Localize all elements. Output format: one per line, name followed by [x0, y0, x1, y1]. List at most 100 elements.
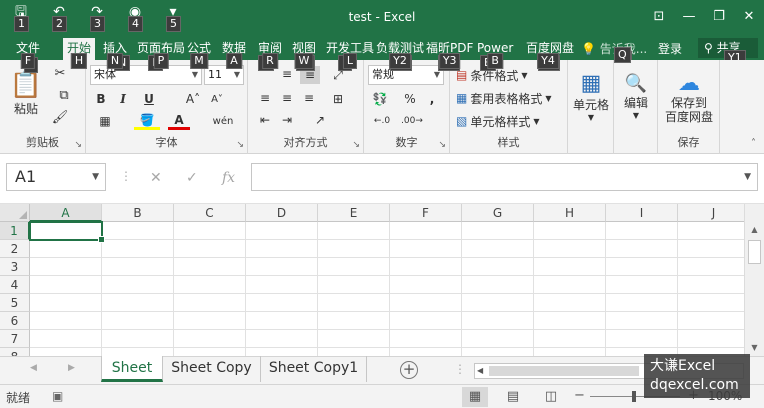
tab-file[interactable]: 文件 F: [12, 38, 44, 69]
tab-load-test[interactable]: 负载测试 Y2: [372, 38, 428, 69]
prev-sheet-icon[interactable]: ◀: [30, 363, 37, 373]
column-header-a[interactable]: A: [30, 204, 102, 222]
tab-developer[interactable]: 开发工具 L: [322, 38, 378, 69]
normal-view-button[interactable]: ▦: [462, 387, 488, 407]
grow-font-button[interactable]: A˄: [182, 90, 204, 108]
align-right-button[interactable]: ≡: [300, 90, 318, 106]
next-sheet-icon[interactable]: ▶: [68, 363, 75, 373]
sheet-tab-sheet-copy1[interactable]: Sheet Copy1: [261, 356, 367, 382]
zoom-slider-thumb[interactable]: [632, 391, 636, 402]
format-as-table-button[interactable]: ▦ 套用表格格式 ▼: [456, 89, 566, 107]
cell-grid[interactable]: [30, 222, 744, 356]
row-header-4[interactable]: 4: [0, 276, 30, 294]
tab-baidu-netdisk[interactable]: 百度网盘 Y4: [522, 38, 574, 69]
column-header-e[interactable]: E: [318, 204, 390, 222]
phonetic-button[interactable]: wén: [210, 112, 236, 130]
decrease-decimal-button[interactable]: .00→: [398, 112, 426, 130]
tab-view[interactable]: 视图 W: [288, 38, 320, 69]
column-header-g[interactable]: G: [462, 204, 534, 222]
border-button[interactable]: ▦: [92, 112, 118, 130]
cell-styles-button[interactable]: ▧ 单元格样式 ▼: [456, 112, 566, 130]
row-header-8[interactable]: 8: [0, 348, 30, 356]
column-header-h[interactable]: H: [534, 204, 606, 222]
active-cell-a1[interactable]: [29, 221, 105, 243]
tab-foxit-pdf[interactable]: 福昕PDF Y3: [422, 38, 477, 69]
table-label: 套用表格格式: [470, 91, 543, 106]
worksheet-grid[interactable]: ABCDEFGHIJ 12345678 ▲ ▼: [0, 204, 764, 356]
currency-button[interactable]: 💱: [368, 90, 392, 108]
formula-bar-splitter-icon[interactable]: ⋮: [120, 169, 132, 183]
align-middle-button[interactable]: ≡: [278, 66, 296, 82]
format-painter-button[interactable]: 🖌: [50, 108, 70, 126]
formula-input[interactable]: ▼: [251, 163, 758, 191]
vertical-scroll-thumb[interactable]: [748, 240, 761, 264]
decrease-indent-button[interactable]: ⇤: [256, 112, 274, 128]
insert-function-icon[interactable]: fx: [222, 170, 235, 186]
column-header-f[interactable]: F: [390, 204, 462, 222]
save-to-baidu-netdisk-button[interactable]: ☁ 保存到 百度网盘: [660, 64, 718, 130]
row-header-1[interactable]: 1: [0, 222, 30, 240]
cells-button[interactable]: ▦ 单元格 ▼: [570, 64, 612, 128]
font-color-button[interactable]: A: [168, 112, 190, 130]
fill-color-button[interactable]: 🪣: [134, 112, 160, 130]
shrink-font-button[interactable]: A˅: [206, 90, 228, 108]
merge-center-button[interactable]: ⊞: [326, 90, 350, 108]
login-link[interactable]: 登录: [658, 40, 682, 57]
group-label: 数字: [395, 136, 418, 149]
column-header-b[interactable]: B: [102, 204, 174, 222]
column-header-d[interactable]: D: [246, 204, 318, 222]
underline-button[interactable]: U: [136, 90, 162, 108]
page-layout-view-button[interactable]: ▤: [500, 387, 526, 407]
row-header-6[interactable]: 6: [0, 312, 30, 330]
cancel-icon[interactable]: ✕: [150, 170, 162, 186]
row-header-2[interactable]: 2: [0, 240, 30, 258]
zoom-out-icon[interactable]: −: [574, 388, 585, 403]
row-header-7[interactable]: 7: [0, 330, 30, 348]
scroll-left-icon[interactable]: ◀: [477, 364, 483, 378]
vertical-scrollbar[interactable]: ▲ ▼: [744, 204, 764, 356]
text-orientation-button[interactable]: ↗: [308, 112, 332, 128]
cut-button[interactable]: ✂: [50, 64, 70, 82]
expand-formula-bar-icon[interactable]: ▼: [744, 172, 751, 182]
enter-icon[interactable]: ✓: [186, 170, 198, 186]
sheet-tab-sheet[interactable]: Sheet: [101, 356, 163, 382]
copy-button[interactable]: ⧉: [50, 86, 78, 104]
row-header-5[interactable]: 5: [0, 294, 30, 312]
align-left-button[interactable]: ≡: [256, 90, 274, 106]
tab-home[interactable]: 开始 H: [63, 38, 96, 69]
column-header-i[interactable]: I: [606, 204, 678, 222]
close-icon[interactable]: ✕: [734, 0, 764, 32]
minimize-icon[interactable]: —: [674, 0, 704, 32]
tab-data[interactable]: 数据 A: [218, 38, 250, 69]
align-center-button[interactable]: ≡: [278, 90, 296, 106]
restore-icon[interactable]: ❐: [704, 0, 734, 32]
sheet-tab-sheet-copy[interactable]: Sheet Copy: [163, 356, 261, 382]
dialog-launcher-icon[interactable]: ↘: [74, 140, 82, 150]
column-header-j[interactable]: J: [678, 204, 750, 222]
horizontal-scroll-thumb[interactable]: [489, 366, 639, 376]
dialog-launcher-icon[interactable]: ↘: [438, 140, 446, 150]
row-header-3[interactable]: 3: [0, 258, 30, 276]
increase-indent-button[interactable]: ⇥: [278, 112, 296, 128]
tab-splitter-icon[interactable]: ⋮: [454, 362, 466, 376]
add-sheet-button[interactable]: +: [400, 361, 418, 379]
select-all-button[interactable]: [0, 204, 30, 222]
bold-button[interactable]: B: [92, 90, 110, 108]
tab-formulas[interactable]: 公式 M: [183, 38, 215, 69]
comma-button[interactable]: ,: [424, 90, 440, 108]
share-button[interactable]: ⚲ 共享 Y1: [698, 38, 758, 66]
collapse-ribbon-icon[interactable]: ˄: [751, 138, 756, 149]
dialog-launcher-icon[interactable]: ↘: [352, 140, 360, 150]
page-break-preview-button[interactable]: ◫: [538, 387, 564, 407]
italic-button[interactable]: I: [114, 90, 132, 108]
scroll-up-icon[interactable]: ▲: [745, 222, 764, 238]
increase-decimal-button[interactable]: ←.0: [368, 112, 396, 130]
percent-button[interactable]: %: [402, 90, 418, 108]
dialog-launcher-icon[interactable]: ↘: [236, 140, 244, 150]
tab-page-layout[interactable]: 页面布局 P: [133, 38, 189, 69]
macro-record-icon[interactable]: ▣: [52, 389, 63, 403]
ribbon-display-options-icon[interactable]: ⊡: [644, 0, 674, 32]
editing-button[interactable]: 🔍 编辑 ▼: [616, 64, 656, 128]
name-box[interactable]: A1 ▼: [6, 163, 106, 191]
column-header-c[interactable]: C: [174, 204, 246, 222]
